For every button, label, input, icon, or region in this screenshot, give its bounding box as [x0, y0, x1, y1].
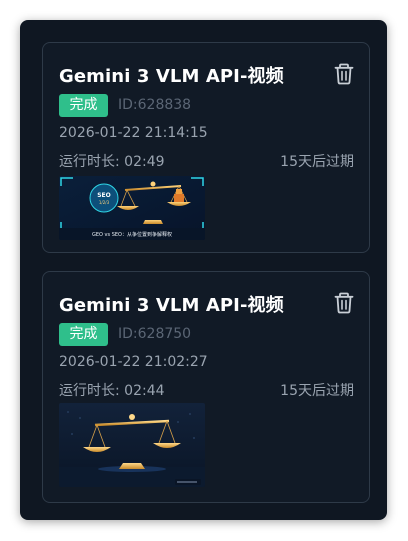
runtime-duration: 运行时长: 02:49: [59, 154, 165, 170]
video-thumbnail[interactable]: SEO 1/2/3 GEO vs SEO：从争位置到争解释权: [59, 176, 205, 240]
trash-icon[interactable]: [334, 292, 354, 314]
task-id: ID:628838: [118, 97, 192, 113]
trash-icon[interactable]: [334, 63, 354, 85]
created-timestamp: 2026-01-22 21:14:15: [59, 125, 208, 141]
svg-text:GEO vs SEO：从争位置到争解释权: GEO vs SEO：从争位置到争解释权: [92, 231, 172, 238]
svg-text:1/2/3: 1/2/3: [99, 200, 110, 205]
status-badge: 完成: [59, 323, 108, 346]
svg-text:SEO: SEO: [97, 192, 111, 199]
task-card[interactable]: Gemini 3 VLM API-视频 完成 ID:628750 2026-01…: [42, 271, 370, 503]
created-timestamp: 2026-01-22 21:02:27: [59, 354, 208, 370]
expiry-notice: 15天后过期: [280, 154, 354, 170]
runtime-duration: 运行时长: 02:44: [59, 383, 165, 399]
video-thumbnail[interactable]: [59, 403, 205, 487]
task-id: ID:628750: [118, 326, 192, 342]
status-badge: 完成: [59, 94, 108, 117]
task-title: Gemini 3 VLM API-视频: [59, 295, 284, 316]
task-title: Gemini 3 VLM API-视频: [59, 66, 284, 87]
expiry-notice: 15天后过期: [280, 383, 354, 399]
task-card[interactable]: Gemini 3 VLM API-视频 完成 ID:628838 2026-01…: [42, 42, 370, 253]
task-list-panel: Gemini 3 VLM API-视频 完成 ID:628838 2026-01…: [20, 20, 387, 520]
